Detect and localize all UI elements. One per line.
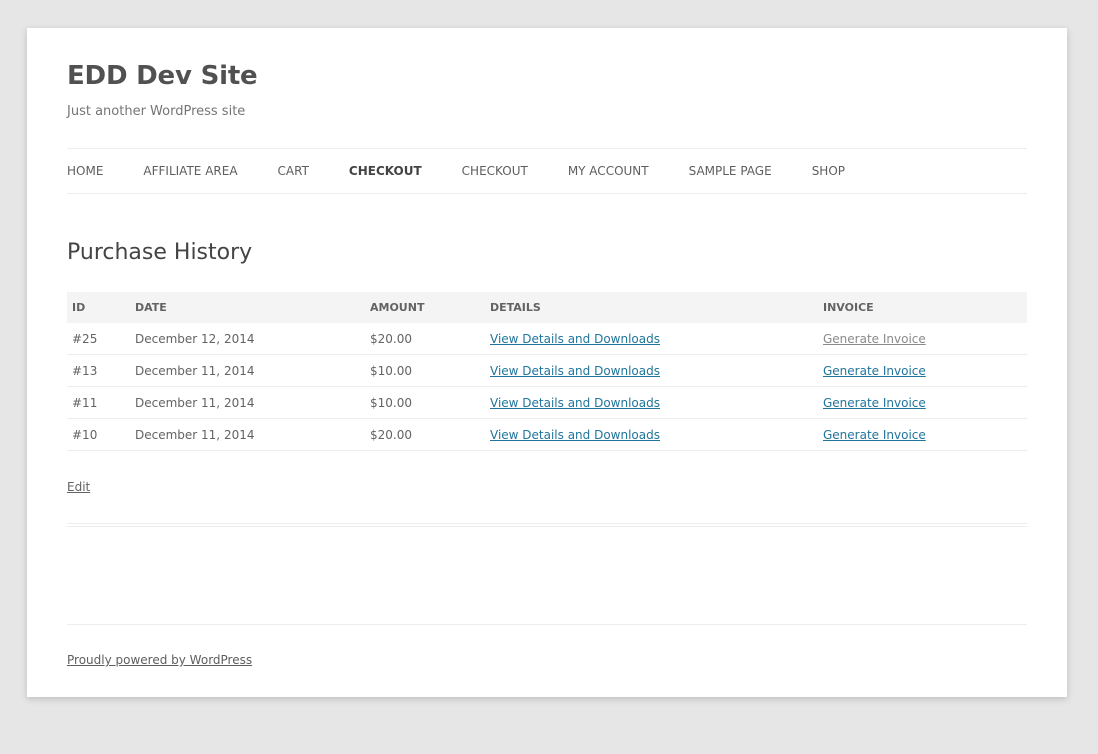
details-cell: View Details and Downloads bbox=[485, 386, 818, 419]
details-cell: View Details and Downloads bbox=[485, 323, 818, 355]
site-container: EDD Dev Site Just another WordPress site… bbox=[27, 28, 1067, 697]
generate-invoice-link[interactable]: Generate Invoice bbox=[823, 364, 926, 378]
purchase-date: December 12, 2014 bbox=[130, 323, 365, 355]
details-cell: View Details and Downloads bbox=[485, 354, 818, 387]
invoice-cell: Generate Invoice bbox=[818, 418, 1027, 451]
nav-item-cart[interactable]: Cart bbox=[278, 164, 309, 178]
column-header-id: ID bbox=[67, 292, 130, 323]
purchase-id: #13 bbox=[67, 354, 130, 387]
purchase-id: #25 bbox=[67, 323, 130, 355]
table-row: #13 December 11, 2014 $10.00 View Detail… bbox=[67, 354, 1027, 387]
purchase-date: December 11, 2014 bbox=[130, 418, 365, 451]
purchase-amount: $20.00 bbox=[365, 418, 485, 451]
nav-item-my-account[interactable]: My Account bbox=[568, 164, 649, 178]
invoice-cell: Generate Invoice bbox=[818, 323, 1027, 355]
table-row: #10 December 11, 2014 $20.00 View Detail… bbox=[67, 418, 1027, 451]
purchase-amount: $20.00 bbox=[365, 323, 485, 355]
wordpress-credit-link[interactable]: Proudly powered by WordPress bbox=[67, 653, 252, 667]
content-divider bbox=[67, 523, 1027, 527]
column-header-amount: Amount bbox=[365, 292, 485, 323]
column-header-details: Details bbox=[485, 292, 818, 323]
nav-item-home[interactable]: Home bbox=[67, 164, 103, 178]
nav-item-checkout[interactable]: Checkout bbox=[462, 164, 528, 178]
generate-invoice-link[interactable]: Generate Invoice bbox=[823, 428, 926, 442]
nav-item-affiliate-area[interactable]: Affiliate Area bbox=[143, 164, 237, 178]
nav-item-checkout-current[interactable]: Checkout bbox=[349, 164, 422, 178]
details-cell: View Details and Downloads bbox=[485, 418, 818, 451]
nav-item-shop[interactable]: Shop bbox=[812, 164, 845, 178]
purchase-amount: $10.00 bbox=[365, 354, 485, 387]
purchase-date: December 11, 2014 bbox=[130, 354, 365, 387]
generate-invoice-link[interactable]: Generate Invoice bbox=[823, 396, 926, 410]
invoice-cell: Generate Invoice bbox=[818, 386, 1027, 419]
site-title[interactable]: EDD Dev Site bbox=[67, 61, 258, 91]
purchase-id: #10 bbox=[67, 418, 130, 451]
table-row: #11 December 11, 2014 $10.00 View Detail… bbox=[67, 386, 1027, 419]
table-header-row: ID Date Amount Details Invoice bbox=[67, 292, 1027, 323]
purchase-amount: $10.00 bbox=[365, 386, 485, 419]
footer-divider bbox=[67, 624, 1027, 625]
edit-link[interactable]: Edit bbox=[67, 480, 90, 494]
view-details-link[interactable]: View Details and Downloads bbox=[490, 428, 660, 442]
column-header-date: Date bbox=[130, 292, 365, 323]
purchase-id: #11 bbox=[67, 386, 130, 419]
main-navigation: Home Affiliate Area Cart Checkout Checko… bbox=[67, 148, 1027, 194]
generate-invoice-link[interactable]: Generate Invoice bbox=[823, 332, 926, 346]
column-header-invoice: Invoice bbox=[818, 292, 1027, 323]
purchase-date: December 11, 2014 bbox=[130, 386, 365, 419]
site-inner: EDD Dev Site Just another WordPress site… bbox=[67, 28, 1027, 697]
page-title: Purchase History bbox=[67, 240, 253, 265]
table-row: #25 December 12, 2014 $20.00 View Detail… bbox=[67, 323, 1027, 355]
view-details-link[interactable]: View Details and Downloads bbox=[490, 332, 660, 346]
site-description: Just another WordPress site bbox=[67, 104, 246, 119]
purchase-history-table: ID Date Amount Details Invoice #25 Decem… bbox=[67, 292, 1027, 451]
view-details-link[interactable]: View Details and Downloads bbox=[490, 396, 660, 410]
nav-item-sample-page[interactable]: Sample Page bbox=[689, 164, 772, 178]
view-details-link[interactable]: View Details and Downloads bbox=[490, 364, 660, 378]
invoice-cell: Generate Invoice bbox=[818, 354, 1027, 387]
